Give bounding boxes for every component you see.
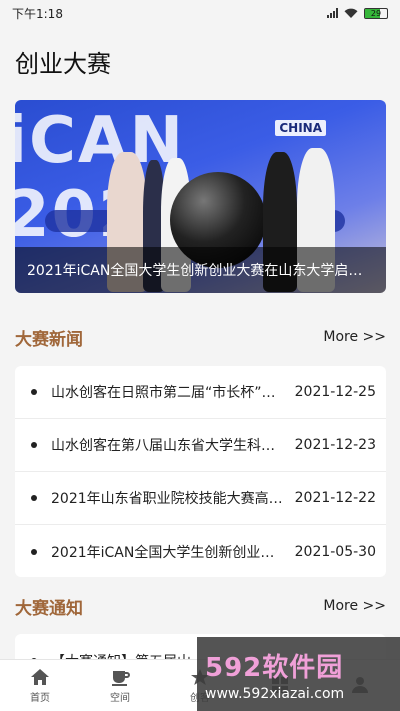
news-item-date: 2021-12-25: [294, 384, 376, 400]
news-item-date: 2021-12-23: [294, 437, 376, 453]
news-section-header: 大赛新闻 More >>: [15, 325, 386, 350]
bullet-dot: [31, 442, 37, 448]
news-item-title: 2021年iCAN全国大学生创新创业大…: [51, 544, 283, 561]
tab-home[interactable]: 首页: [0, 660, 80, 711]
notice-section-header: 大赛通知 More >>: [15, 594, 386, 619]
wifi-icon: [344, 8, 358, 18]
news-item[interactable]: 山水创客在日照市第二届“市长杯”… 2021-12-25: [15, 366, 386, 419]
news-item-title: 山水创客在日照市第二届“市长杯”…: [51, 385, 276, 401]
bullet-dot: [31, 389, 37, 395]
tab-space-label: 空间: [110, 693, 130, 704]
news-item-date: 2021-05-30: [294, 543, 376, 560]
tab-space[interactable]: 空间: [80, 660, 160, 711]
watermark-url: www.592xiazai.com: [205, 685, 345, 702]
news-item[interactable]: 2021年山东省职业院校技能大赛高… 2021-12-22: [15, 472, 386, 525]
news-item-title: 2021年山东省职业院校技能大赛高…: [51, 491, 283, 507]
notice-more-link[interactable]: More >>: [323, 598, 386, 614]
news-more-link[interactable]: More >>: [323, 329, 386, 345]
banner-china-tag: CHINA: [275, 120, 326, 136]
tab-home-label: 首页: [30, 693, 50, 704]
news-item[interactable]: 山水创客在第八届山东省大学生科… 2021-12-23: [15, 419, 386, 472]
watermark-brand: 592软件园: [205, 652, 344, 683]
banner-caption: 2021年iCAN全国大学生创新创业大赛在山东大学启动…: [15, 247, 386, 293]
battery-icon: 29: [364, 7, 388, 19]
news-item-title: 山水创客在第八届山东省大学生科…: [51, 438, 275, 454]
bullet-dot: [31, 495, 37, 501]
coffee-cup-icon: [112, 671, 130, 686]
news-item-date: 2021-12-22: [294, 490, 376, 506]
news-item[interactable]: 2021年iCAN全国大学生创新创业大… 2021-05-30: [15, 525, 386, 578]
notice-section-title: 大赛通知: [15, 598, 83, 619]
status-time: 下午1:18: [12, 6, 63, 21]
home-icon: [31, 669, 49, 685]
bullet-dot: [31, 548, 37, 555]
banner-carousel[interactable]: iCAN 2021 CHINA 2021年iCAN全国大学生创新创业大赛在山东大…: [15, 100, 386, 293]
signal-icon: [327, 8, 338, 18]
news-list: 山水创客在日照市第二届“市长杯”… 2021-12-25 山水创客在第八届山东省…: [15, 366, 386, 577]
news-section-title: 大赛新闻: [15, 329, 83, 350]
page-title: 创业大赛: [15, 50, 111, 78]
status-icons: 29: [327, 7, 388, 19]
status-bar: 下午1:18 29: [0, 0, 400, 26]
watermark-logo: 592软件园 www.592xiazai.com: [197, 637, 400, 711]
